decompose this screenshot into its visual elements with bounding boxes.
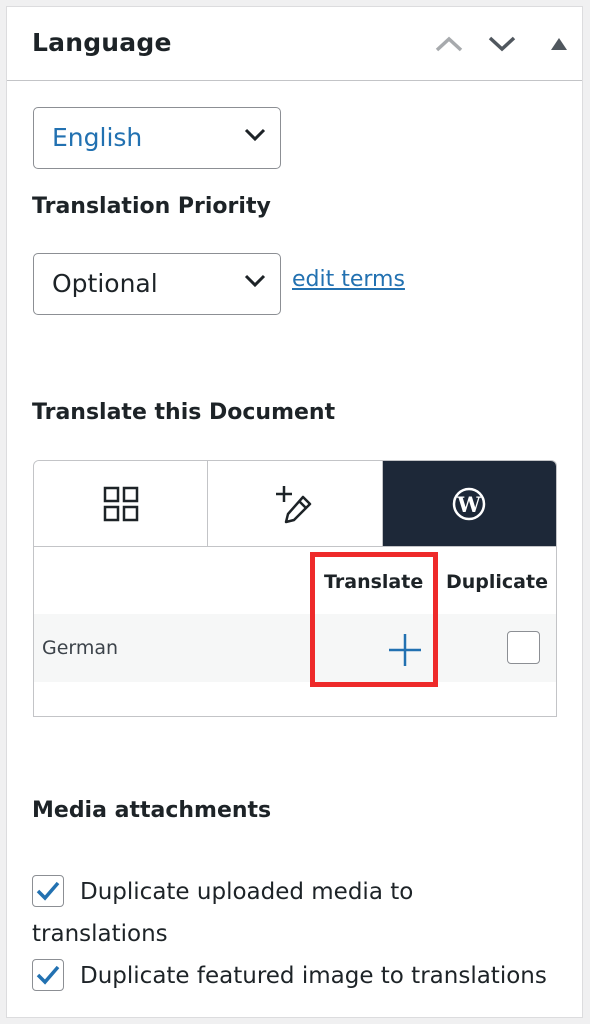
chevron-up-icon bbox=[435, 36, 463, 52]
tab-grid[interactable] bbox=[34, 461, 209, 546]
checkmark-icon bbox=[36, 965, 60, 985]
language-metabox: Language English Translation Priority Op… bbox=[6, 6, 583, 1018]
metabox-title: Language bbox=[32, 28, 172, 57]
priority-select[interactable]: Optional bbox=[33, 253, 281, 315]
move-down-button[interactable] bbox=[486, 30, 518, 58]
duplicate-checkbox[interactable] bbox=[507, 631, 540, 664]
tab-add-edit[interactable] bbox=[208, 461, 383, 546]
chevron-down-icon bbox=[488, 36, 516, 52]
metabox-header: Language bbox=[7, 7, 582, 81]
column-header-duplicate: Duplicate bbox=[446, 571, 548, 593]
priority-select-value: Optional bbox=[52, 269, 158, 298]
svg-text:W: W bbox=[457, 492, 482, 517]
triangle-up-icon bbox=[551, 38, 567, 50]
duplicate-uploaded-media-checkbox[interactable] bbox=[32, 875, 64, 907]
edit-terms-link[interactable]: edit terms bbox=[292, 267, 405, 292]
checkmark-icon bbox=[36, 881, 60, 901]
chevron-down-icon bbox=[244, 274, 266, 288]
column-header-translate: Translate bbox=[324, 571, 424, 593]
toggle-panel-button[interactable] bbox=[543, 30, 575, 58]
add-pencil-icon bbox=[275, 485, 312, 523]
chevron-down-icon bbox=[244, 128, 266, 142]
tab-wordpress[interactable]: W bbox=[382, 461, 556, 546]
translate-document-label: Translate this Document bbox=[32, 400, 336, 425]
translation-priority-label: Translation Priority bbox=[32, 194, 271, 219]
row-language-name: German bbox=[42, 637, 119, 659]
language-select[interactable]: English bbox=[33, 107, 281, 169]
table-row: German bbox=[34, 614, 556, 682]
media-attachments-label: Media attachments bbox=[32, 798, 272, 823]
translations-table: Translate Duplicate German bbox=[33, 546, 557, 717]
grid-icon bbox=[103, 486, 138, 521]
wordpress-icon: W bbox=[453, 487, 486, 520]
translation-mode-tabs: W bbox=[33, 460, 557, 546]
duplicate-featured-image-checkbox[interactable] bbox=[32, 959, 64, 991]
plus-icon[interactable] bbox=[387, 632, 423, 668]
move-up-button[interactable] bbox=[433, 30, 465, 58]
language-select-value: English bbox=[52, 123, 143, 152]
option-label: Duplicate featured image to translations bbox=[80, 963, 547, 989]
option-label: Duplicate uploaded media to translations bbox=[32, 879, 414, 947]
